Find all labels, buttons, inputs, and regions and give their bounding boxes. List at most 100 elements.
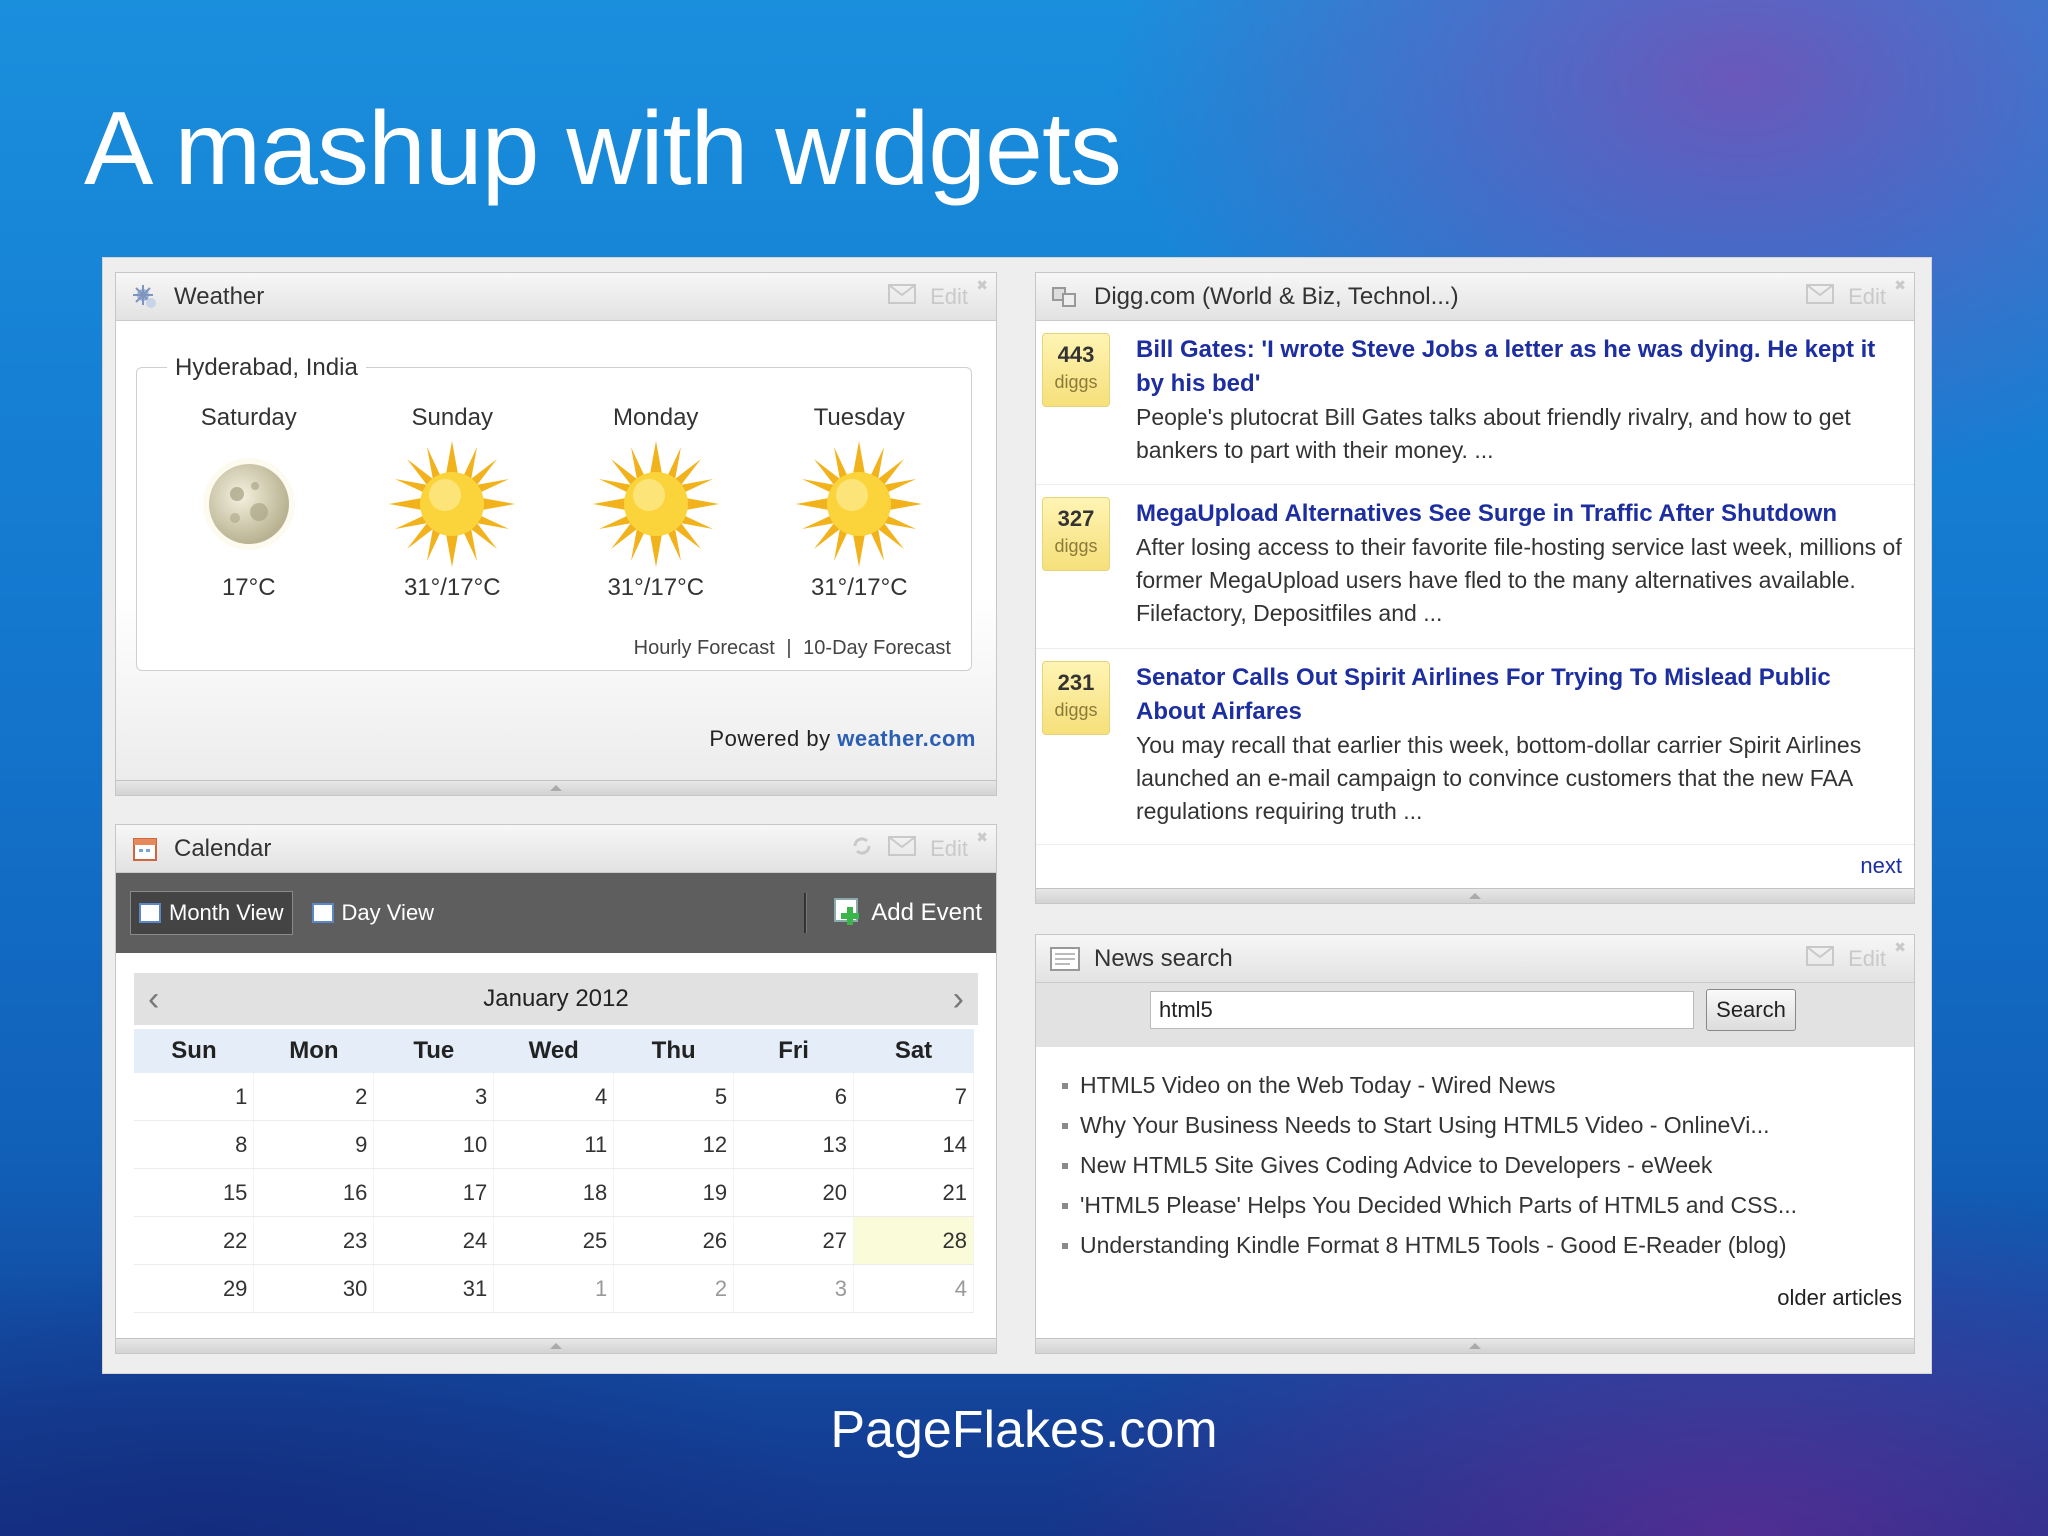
hourly-forecast-link[interactable]: Hourly Forecast: [634, 637, 775, 659]
edit-link[interactable]: Edit: [930, 284, 968, 310]
digg-count-badge[interactable]: 231 diggs: [1042, 661, 1110, 735]
edit-link[interactable]: Edit: [1848, 284, 1886, 310]
weather-com-link[interactable]: weather.com: [837, 726, 976, 751]
news-result-link[interactable]: HTML5 Video on the Web Today - Wired New…: [1062, 1065, 1914, 1105]
day-cell[interactable]: 26: [613, 1216, 735, 1265]
edit-link[interactable]: Edit: [930, 836, 968, 862]
edit-link[interactable]: Edit: [1848, 946, 1886, 972]
month-label: January 2012: [483, 985, 629, 1012]
day-cell[interactable]: 1: [134, 1073, 255, 1121]
day-cell[interactable]: 7: [853, 1073, 974, 1121]
ten-day-forecast-link[interactable]: 10-Day Forecast: [803, 637, 951, 659]
story-title-link[interactable]: Senator Calls Out Spirit Airlines For Tr…: [1136, 661, 1902, 729]
day-cell[interactable]: 21: [853, 1168, 974, 1217]
day-cell[interactable]: 19: [613, 1168, 735, 1217]
close-icon[interactable]: ✖: [976, 277, 988, 294]
day-view-button[interactable]: Day View: [303, 891, 444, 935]
forecast-day: Sunday 31°/17°C: [362, 404, 542, 602]
day-cell[interactable]: 4: [493, 1073, 615, 1121]
digg-header[interactable]: Digg.com (World & Biz, Technol...) Edit …: [1036, 273, 1914, 321]
close-icon[interactable]: ✖: [1894, 277, 1906, 294]
toolbar-divider: [804, 893, 808, 933]
day-cell[interactable]: 29: [134, 1264, 255, 1313]
today-cell[interactable]: 28: [853, 1216, 974, 1265]
mail-icon[interactable]: [1806, 283, 1835, 310]
story-description: After losing access to their favorite fi…: [1136, 534, 1902, 626]
month-view-label: Month View: [169, 900, 284, 925]
day-cell[interactable]: 13: [733, 1120, 855, 1169]
story-description: People's plutocrat Bill Gates talks abou…: [1136, 404, 1851, 463]
mail-icon[interactable]: [888, 835, 917, 862]
day-cell[interactable]: 24: [373, 1216, 495, 1265]
next-month-day-cell[interactable]: 3: [733, 1264, 855, 1313]
day-cell[interactable]: 20: [733, 1168, 855, 1217]
day-cell[interactable]: 17: [373, 1168, 495, 1217]
day-cell[interactable]: 16: [253, 1168, 375, 1217]
powered-by: Powered by weather.com: [709, 726, 976, 752]
next-month-arrow[interactable]: ›: [953, 980, 964, 1019]
week-row: 15 16 17 18 19 20 21: [134, 1168, 974, 1217]
resize-handle[interactable]: [116, 780, 996, 795]
day-temp: 17°C: [221, 574, 276, 601]
add-event-button[interactable]: Add Event: [833, 895, 982, 932]
day-cell[interactable]: 31: [373, 1264, 495, 1313]
day-cell[interactable]: 8: [134, 1120, 255, 1169]
day-cell[interactable]: 27: [733, 1216, 855, 1265]
digg-unit: diggs: [1054, 700, 1098, 720]
story-title-link[interactable]: MegaUpload Alternatives See Surge in Tra…: [1136, 497, 1902, 531]
next-month-day-cell[interactable]: 1: [493, 1264, 615, 1313]
day-cell[interactable]: 14: [853, 1120, 974, 1169]
day-cell[interactable]: 25: [493, 1216, 615, 1265]
weather-header[interactable]: Weather Edit ✖: [116, 273, 996, 321]
digg-story-list: 443 diggs Bill Gates: 'I wrote Steve Job…: [1036, 321, 1914, 845]
day-cell[interactable]: 23: [253, 1216, 375, 1265]
forecast-day: Tuesday 31°/17°C: [769, 404, 949, 602]
older-articles-link[interactable]: older articles: [1777, 1285, 1902, 1311]
next-link[interactable]: next: [1860, 853, 1902, 879]
resize-handle[interactable]: [1036, 888, 1914, 903]
refresh-icon[interactable]: [850, 834, 874, 864]
day-temp: 31°/17°C: [403, 574, 501, 601]
resize-handle[interactable]: [1036, 1338, 1914, 1353]
digg-count-badge[interactable]: 443 diggs: [1042, 333, 1110, 407]
news-result-link[interactable]: New HTML5 Site Gives Coding Advice to De…: [1062, 1145, 1914, 1185]
weekday-header: Tue: [373, 1029, 494, 1073]
day-cell[interactable]: 3: [373, 1073, 495, 1121]
day-cell[interactable]: 5: [613, 1073, 735, 1121]
prev-month-arrow[interactable]: ‹: [148, 980, 159, 1019]
news-search-header[interactable]: News search Edit ✖: [1036, 935, 1914, 983]
day-cell[interactable]: 30: [253, 1264, 375, 1313]
mail-icon[interactable]: [888, 283, 917, 310]
weather-icon: [130, 282, 160, 312]
close-icon[interactable]: ✖: [1894, 939, 1906, 956]
day-cell[interactable]: 22: [134, 1216, 255, 1265]
day-cell[interactable]: 9: [253, 1120, 375, 1169]
close-icon[interactable]: ✖: [976, 829, 988, 846]
weekday-header: Fri: [733, 1029, 854, 1073]
digg-count-badge[interactable]: 327 diggs: [1042, 497, 1110, 571]
search-button[interactable]: Search: [1706, 989, 1796, 1031]
weekday-header: Mon: [253, 1029, 374, 1073]
next-month-day-cell[interactable]: 4: [853, 1264, 974, 1313]
news-search-title: News search: [1094, 944, 1233, 972]
news-search-input[interactable]: [1150, 991, 1694, 1029]
day-cell[interactable]: 18: [493, 1168, 615, 1217]
day-cell[interactable]: 15: [134, 1168, 255, 1217]
news-results-list: HTML5 Video on the Web Today - Wired New…: [1036, 1047, 1914, 1265]
day-cell[interactable]: 6: [733, 1073, 855, 1121]
news-result-link[interactable]: 'HTML5 Please' Helps You Decided Which P…: [1062, 1185, 1914, 1225]
calendar-header[interactable]: Calendar Edit ✖: [116, 825, 996, 873]
month-view-button[interactable]: Month View: [130, 891, 293, 935]
day-cell[interactable]: 10: [373, 1120, 495, 1169]
story-description: You may recall that earlier this week, b…: [1136, 732, 1862, 824]
day-cell[interactable]: 12: [613, 1120, 735, 1169]
mail-icon[interactable]: [1806, 945, 1835, 972]
story-title-link[interactable]: Bill Gates: 'I wrote Steve Jobs a letter…: [1136, 333, 1902, 401]
resize-handle[interactable]: [116, 1338, 996, 1353]
day-cell[interactable]: 2: [253, 1073, 375, 1121]
day-cell[interactable]: 11: [493, 1120, 615, 1169]
day-name: Monday: [613, 404, 699, 431]
next-month-day-cell[interactable]: 2: [613, 1264, 735, 1313]
news-result-link[interactable]: Understanding Kindle Format 8 HTML5 Tool…: [1062, 1225, 1914, 1265]
news-result-link[interactable]: Why Your Business Needs to Start Using H…: [1062, 1105, 1914, 1145]
